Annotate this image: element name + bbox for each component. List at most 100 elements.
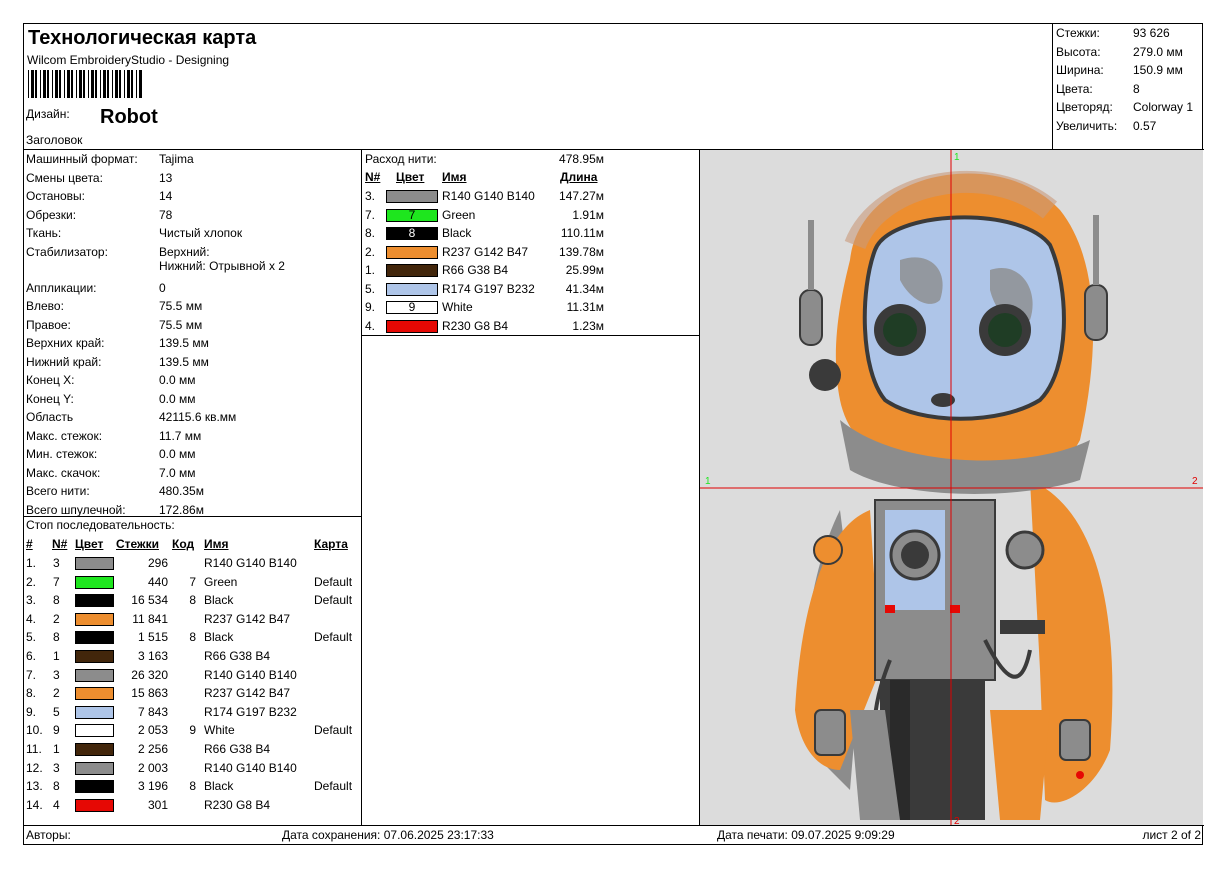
param-row: Влево: 75.5 мм bbox=[26, 297, 202, 315]
thread-length: 1.23м bbox=[572, 318, 604, 333]
design-label: Дизайн: bbox=[26, 107, 70, 121]
axis-top-label: 1 bbox=[954, 152, 960, 163]
param-label: Правое: bbox=[26, 317, 71, 332]
thread-row: 8. 8 Black 110.11м bbox=[362, 224, 699, 243]
worksheet-frame: Технологическая карта Wilcom EmbroideryS… bbox=[23, 23, 1204, 845]
stop-name: R230 G8 B4 bbox=[204, 797, 271, 812]
stop-index: 12. bbox=[26, 760, 43, 775]
color-swatch bbox=[75, 780, 114, 794]
color-swatch bbox=[75, 575, 114, 589]
color-swatch bbox=[75, 612, 114, 626]
barcode-bar bbox=[35, 70, 37, 98]
param-label: Влево: bbox=[26, 299, 64, 313]
thread-usage: Расход нити: 478.95м N# Цвет Имя Длина 3. R140 … bbox=[362, 150, 699, 335]
color-swatch bbox=[75, 668, 114, 682]
barcode-bar bbox=[52, 70, 53, 98]
barcode-bar bbox=[76, 70, 77, 98]
param-row: Аппликации: 0 bbox=[26, 279, 166, 297]
barcode bbox=[28, 70, 142, 98]
stop-sequence-row: 6. 1 3 163 R66 G38 B4 bbox=[24, 647, 361, 666]
thread-length: 25.99м bbox=[565, 263, 604, 277]
stop-sequence-row: 8. 2 15 863 R237 G142 B47 bbox=[24, 684, 361, 703]
color-swatch bbox=[386, 282, 438, 296]
color-swatch bbox=[75, 631, 114, 645]
stop-stitches: 2 256 bbox=[137, 742, 168, 756]
column-header-name: Имя bbox=[204, 537, 229, 551]
param-label: Всего нити: bbox=[26, 484, 90, 498]
stop-name: Black bbox=[204, 779, 234, 794]
stop-needle: 9 bbox=[53, 723, 60, 738]
stop-code: 7 bbox=[189, 574, 196, 589]
param-value: Tajima bbox=[159, 152, 194, 166]
param-label: Макс. скачок: bbox=[26, 465, 101, 480]
summary-value: 8 bbox=[1133, 81, 1140, 96]
thread-name: R66 G38 B4 bbox=[442, 263, 509, 277]
barcode-bar bbox=[124, 70, 125, 98]
barcode-bar bbox=[55, 70, 58, 98]
thread-needle: 9. bbox=[365, 300, 376, 314]
summary-row: Стежки: 93 626 bbox=[1056, 24, 1170, 43]
param-label: Конец Y: bbox=[26, 391, 74, 406]
column-header-color: Цвет bbox=[396, 170, 425, 184]
thread-total-label: Расход нити: bbox=[365, 152, 437, 166]
stop-stitches: 301 bbox=[147, 797, 168, 812]
footer-authors: Авторы: bbox=[26, 828, 71, 842]
param-value: 139.5 мм bbox=[159, 336, 209, 350]
param-row: Конец Y: 0.0 мм bbox=[26, 390, 196, 408]
param-label: Нижний край: bbox=[26, 354, 102, 369]
stop-index: 3. bbox=[26, 593, 37, 608]
barcode-bar bbox=[31, 70, 34, 98]
param-label: Остановы: bbox=[26, 189, 86, 203]
stop-name: Black bbox=[204, 593, 234, 608]
color-swatch: 7 bbox=[386, 208, 438, 222]
param-value: Нижний: Отрывной x 2 bbox=[159, 258, 285, 273]
stop-name: Black bbox=[204, 630, 234, 645]
param-value: 75.5 мм bbox=[159, 299, 203, 313]
thread-length: 147.27м bbox=[559, 189, 604, 203]
axis-left-label: 1 bbox=[705, 476, 711, 487]
thread-total-value: 478.95м bbox=[559, 152, 604, 166]
stop-sequence-row: 3. 8 16 534 8 Black Default bbox=[24, 591, 361, 610]
stop-stitches: 26 320 bbox=[131, 667, 168, 682]
barcode-bar bbox=[88, 70, 89, 98]
param-value: 0.0 мм bbox=[159, 391, 196, 406]
stop-index: 9. bbox=[26, 704, 37, 719]
column-header-needle: N# bbox=[365, 170, 381, 184]
barcode-bar bbox=[139, 70, 142, 98]
summary-row: Цвета: 8 bbox=[1056, 80, 1140, 99]
param-value: 7.0 мм bbox=[159, 465, 196, 480]
summary-label: Высота: bbox=[1056, 44, 1101, 59]
summary-value: Colorway 1 bbox=[1133, 100, 1194, 114]
stop-sequence-row: 11. 1 2 256 R66 G38 B4 bbox=[24, 740, 361, 759]
param-label: Смены цвета: bbox=[26, 170, 103, 185]
stop-sequence-row: 4. 2 11 841 R237 G142 B47 bbox=[24, 610, 361, 629]
stop-stitches: 440 bbox=[147, 574, 168, 589]
barcode-bar bbox=[91, 70, 94, 98]
barcode-bar bbox=[64, 70, 65, 98]
param-label: Мин. стежок: bbox=[26, 447, 98, 461]
stop-chart: Default bbox=[314, 630, 353, 645]
color-swatch bbox=[75, 743, 114, 756]
summary-row: Ширина: 150.9 мм bbox=[1056, 61, 1183, 80]
stop-stitches: 7 843 bbox=[137, 704, 168, 719]
param-value: 480.35м bbox=[159, 484, 204, 498]
stop-code: 9 bbox=[189, 723, 196, 738]
summary-label: Увеличить: bbox=[1056, 118, 1118, 133]
software-name: Wilcom EmbroideryStudio - Designing bbox=[27, 53, 230, 67]
param-value: Чистый хлопок bbox=[159, 226, 243, 240]
stop-needle: 8 bbox=[53, 593, 60, 608]
barcode-bar bbox=[127, 70, 130, 98]
thread-needle: 3. bbox=[365, 189, 376, 203]
param-label: Ткань: bbox=[26, 226, 62, 240]
param-row: Макс. стежок: 11.7 мм bbox=[26, 427, 201, 445]
color-swatch bbox=[75, 650, 114, 663]
stop-stitches: 296 bbox=[147, 556, 168, 570]
stop-needle: 4 bbox=[53, 797, 60, 812]
page-title: Технологическая карта bbox=[28, 27, 257, 49]
param-row: Мин. стежок: 0.0 мм bbox=[26, 445, 196, 463]
stop-needle: 2 bbox=[53, 611, 60, 626]
param-row: Нижний край: 139.5 мм bbox=[26, 353, 209, 371]
thread-name: Green bbox=[442, 207, 476, 222]
param-value: 42115.6 кв.мм bbox=[159, 410, 237, 424]
thread-header: N# Цвет Имя Длина bbox=[362, 168, 699, 187]
